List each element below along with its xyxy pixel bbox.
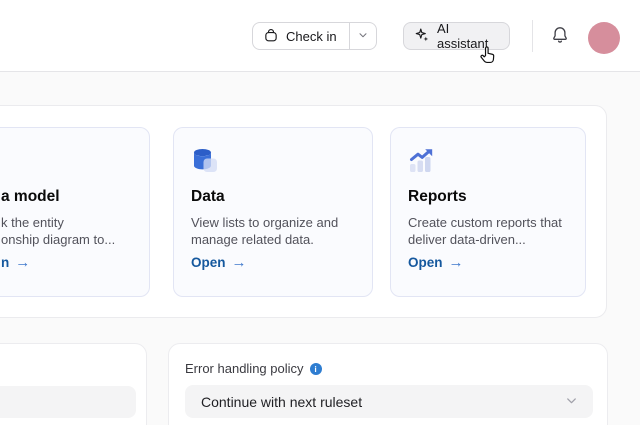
sparkles-icon [414, 27, 430, 46]
header-divider [532, 20, 533, 52]
open-link[interactable]: n → [1, 255, 30, 270]
cursor-pointer-hand [477, 44, 499, 71]
open-link[interactable]: Open → [191, 255, 247, 270]
card-title: Data [191, 188, 225, 205]
feature-card-data: Data View lists to organize and manage r… [173, 127, 373, 297]
bell-icon [550, 25, 570, 48]
info-icon[interactable] [309, 362, 322, 375]
open-link[interactable]: Open → [408, 255, 464, 270]
app-window: Check in AI assistant a model k the enti… [0, 0, 640, 425]
check-in-dropdown-toggle[interactable] [348, 23, 376, 49]
error-policy-label: Error handling policy [185, 361, 322, 376]
card-description: Create custom reports that deliver data-… [408, 215, 562, 247]
arrow-right-icon: → [15, 254, 31, 271]
card-title: a model [1, 188, 60, 205]
check-in-label: Check in [286, 28, 337, 44]
chevron-down-icon [564, 393, 579, 411]
feature-card-reports: Reports Create custom reports that deliv… [390, 127, 586, 297]
lock-icon [263, 27, 279, 46]
truncated-input[interactable] [0, 386, 136, 418]
arrow-right-icon: → [231, 254, 247, 271]
arrow-right-icon: → [448, 254, 464, 271]
error-policy-panel: Error handling policy Continue with next… [168, 343, 608, 425]
chevron-down-icon [357, 29, 369, 44]
card-description: k the entity onship diagram to... [1, 215, 116, 247]
check-in-split-button[interactable]: Check in [252, 22, 377, 50]
selected-option: Continue with next ruleset [201, 393, 363, 410]
card-title: Reports [408, 188, 467, 205]
database-icon [191, 146, 219, 174]
card-description: View lists to organize and manage relate… [191, 215, 339, 247]
bottom-left-panel [0, 343, 147, 425]
notifications-bell-button[interactable] [548, 24, 572, 48]
top-bar: Check in AI assistant [0, 0, 640, 72]
chart-trend-icon [408, 146, 436, 174]
user-avatar[interactable] [588, 22, 620, 54]
feature-card-data-model: a model k the entity onship diagram to..… [0, 127, 150, 297]
check-in-button[interactable]: Check in [253, 23, 349, 49]
error-policy-select[interactable]: Continue with next ruleset [185, 385, 593, 418]
